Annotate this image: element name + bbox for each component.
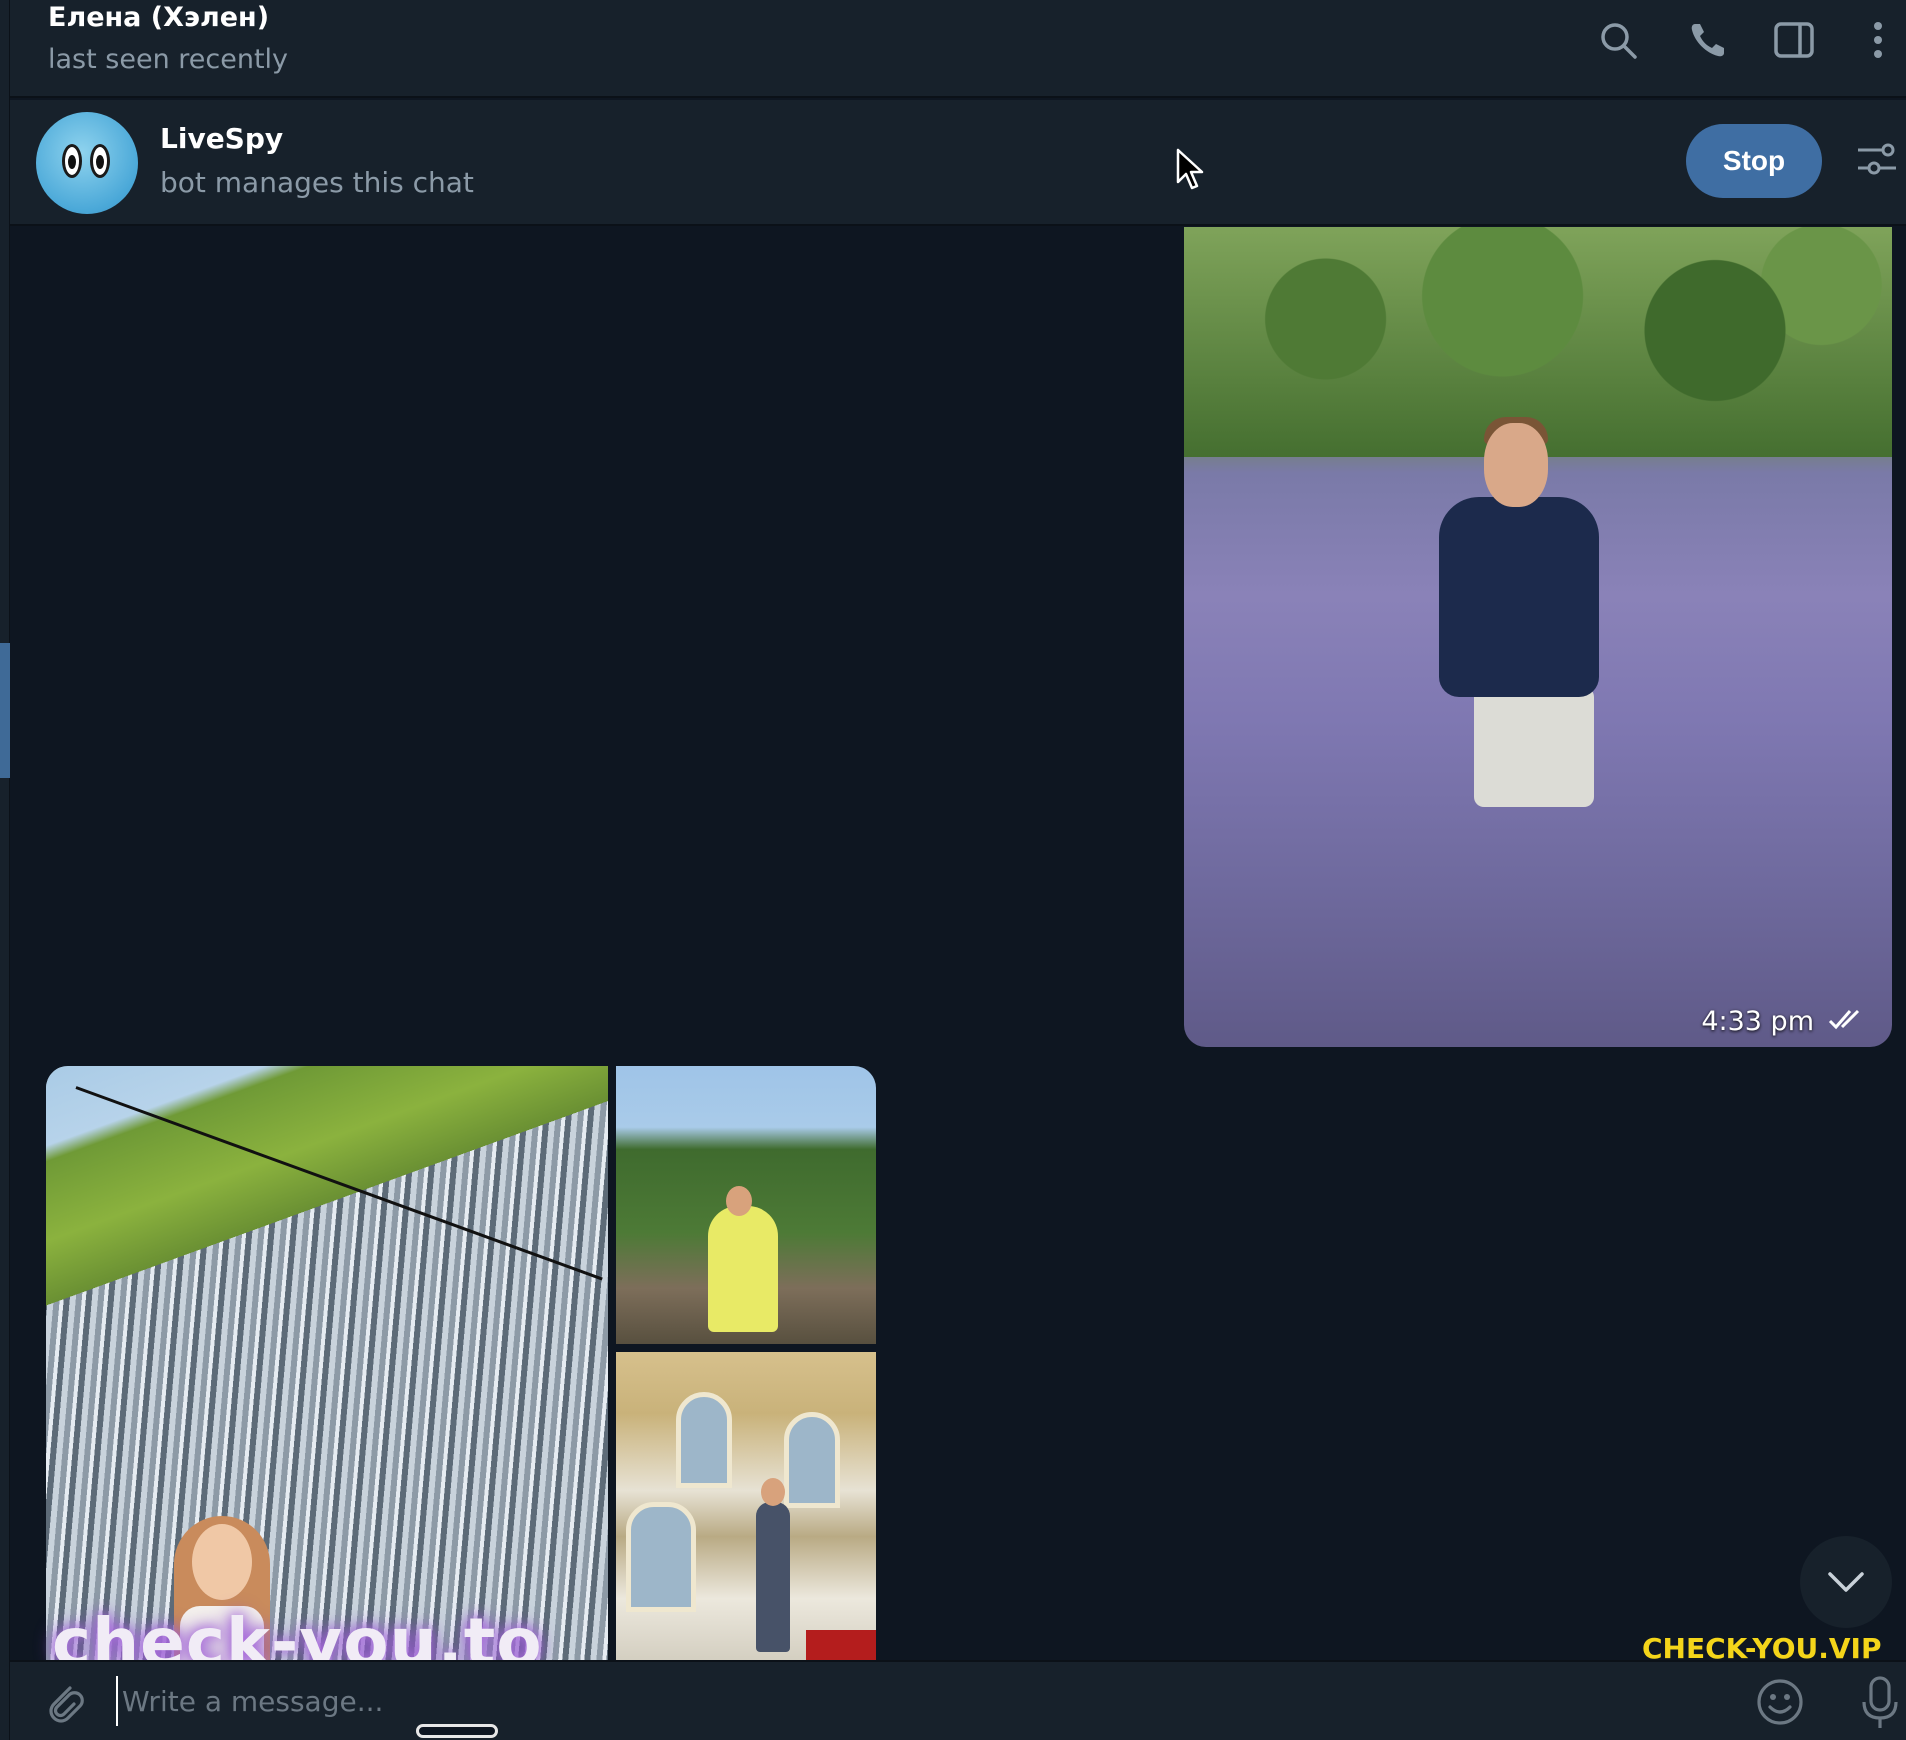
eye-icon [62, 144, 82, 178]
bot-subtitle: bot manages this chat [160, 166, 474, 199]
contact-status: last seen recently [48, 44, 289, 75]
bot-name[interactable]: LiveSpy [160, 122, 283, 155]
photo-album-incoming[interactable] [46, 1066, 876, 1660]
eye-icon [90, 144, 110, 178]
contact-name[interactable]: Елена (Хэлен) [48, 2, 269, 33]
message-composer [10, 1660, 1906, 1740]
settings-sliders-icon[interactable] [1854, 136, 1900, 182]
sidebar-toggle-icon[interactable] [1772, 18, 1816, 62]
photo-message-outgoing[interactable]: 4:33 pm [1184, 227, 1892, 1047]
bot-avatar[interactable] [36, 112, 138, 214]
message-input[interactable] [116, 1676, 1716, 1726]
album-photo-yellow-dress[interactable] [616, 1066, 876, 1344]
search-icon[interactable] [1596, 18, 1640, 62]
emoji-icon[interactable] [1754, 1676, 1806, 1728]
microphone-icon[interactable] [1856, 1674, 1904, 1730]
album-photo-waterfall[interactable] [46, 1066, 608, 1660]
chat-list-edge [0, 0, 10, 1740]
active-chat-indicator [0, 643, 10, 778]
album-photo-palace[interactable] [616, 1352, 876, 1660]
paperclip-icon[interactable] [40, 1678, 88, 1726]
message-time: 4:33 pm [1701, 1006, 1814, 1037]
scroll-to-bottom-button[interactable] [1800, 1536, 1892, 1628]
phone-icon[interactable] [1686, 18, 1730, 62]
stop-button[interactable]: Stop [1686, 124, 1822, 198]
read-checkmarks-icon [1828, 1007, 1872, 1031]
chevron-down-icon [1828, 1572, 1864, 1592]
window-resize-handle[interactable] [416, 1724, 498, 1738]
bot-manager-bar: LiveSpy bot manages this chat Stop [10, 100, 1906, 226]
more-icon[interactable] [1856, 18, 1900, 62]
mouse-cursor-icon [1175, 148, 1205, 190]
chat-header[interactable]: Елена (Хэлен) last seen recently [10, 0, 1906, 98]
